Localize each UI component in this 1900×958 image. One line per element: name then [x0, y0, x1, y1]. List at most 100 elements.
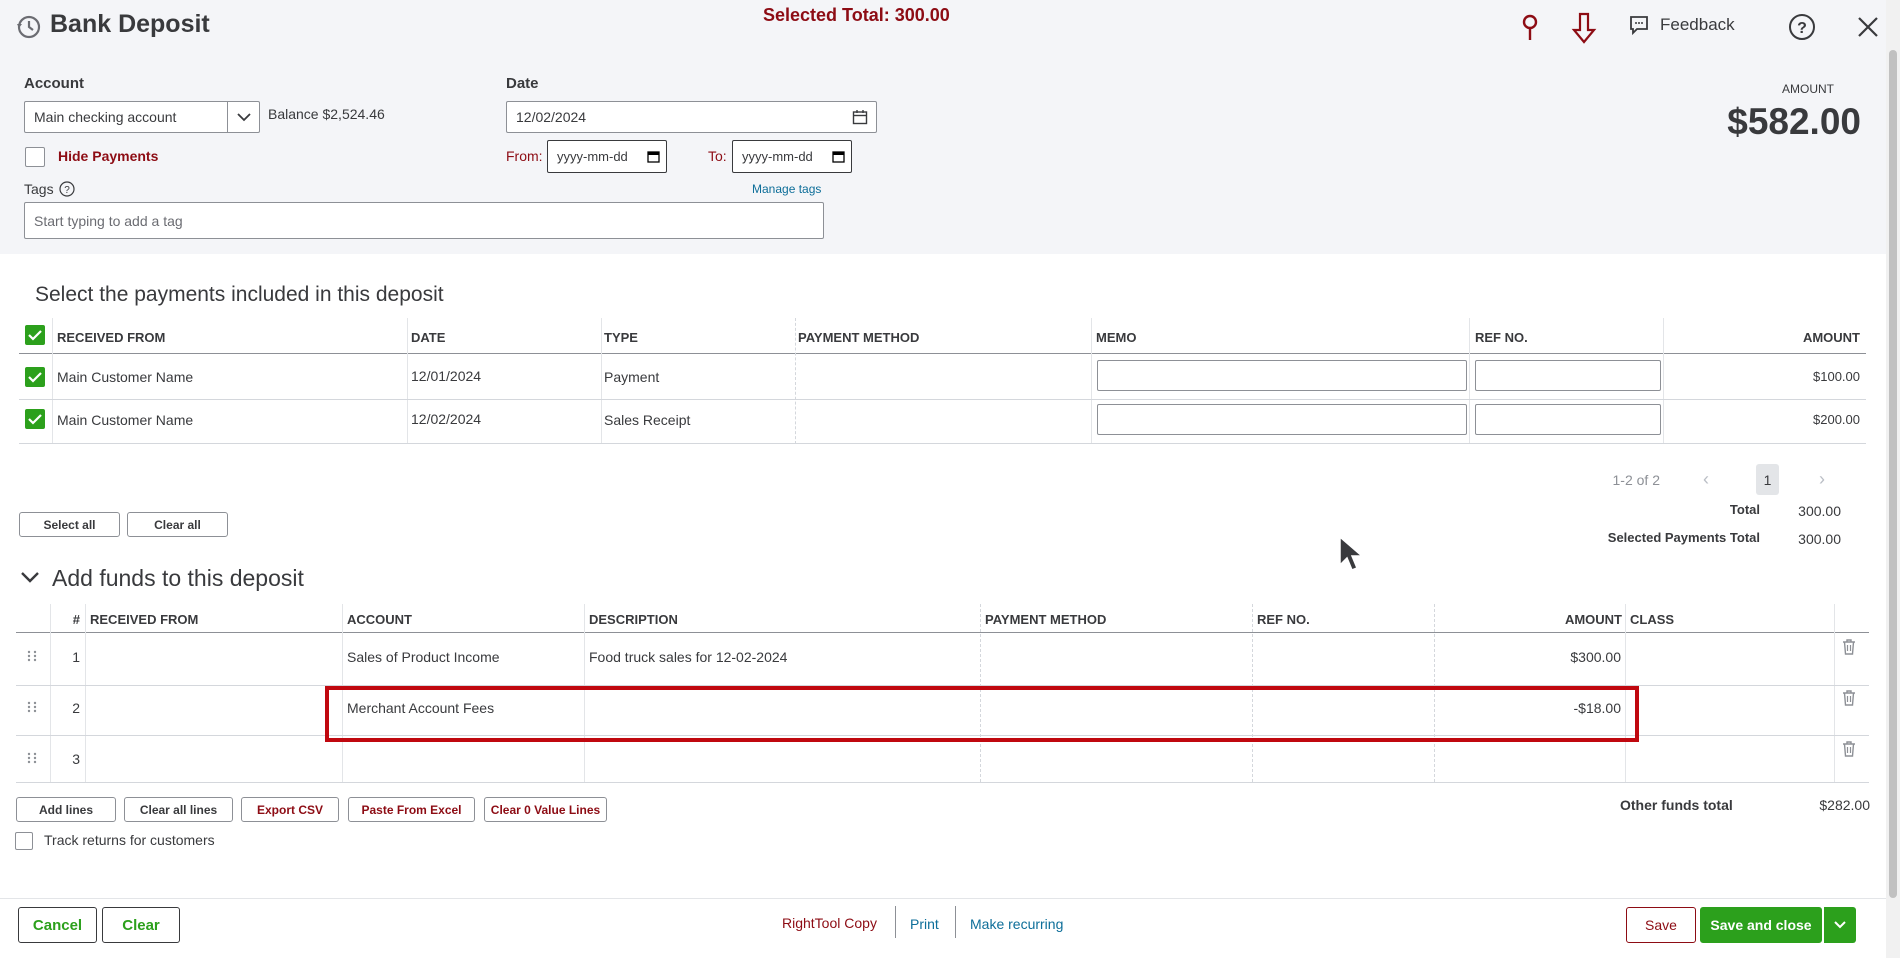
download-arrow-icon[interactable]: [1570, 12, 1598, 44]
clear-all-button[interactable]: Clear all: [127, 512, 228, 537]
chevron-down-icon[interactable]: [227, 102, 259, 132]
payment-date: 12/02/2024: [411, 411, 482, 427]
feedback-label: Feedback: [1660, 15, 1735, 34]
col-type: TYPE: [604, 330, 638, 345]
ref-no-input[interactable]: [1475, 404, 1661, 435]
divider: [85, 604, 86, 782]
tags-input[interactable]: Start typing to add a tag: [24, 202, 824, 239]
drag-handle-icon[interactable]: [26, 649, 38, 668]
total-value: 300.00: [1798, 503, 1841, 519]
to-date-input[interactable]: yyyy-mm-dd: [732, 140, 852, 173]
save-and-close-button[interactable]: Save and close: [1700, 907, 1822, 943]
checkmark-icon: [28, 330, 42, 341]
payment-received-from[interactable]: Main Customer Name: [57, 412, 193, 428]
payment-type: Sales Receipt: [604, 412, 691, 428]
drag-handle-icon[interactable]: [26, 700, 38, 719]
calendar-icon[interactable]: [832, 150, 845, 163]
ref-no-input[interactable]: [1475, 360, 1661, 391]
trash-icon[interactable]: [1841, 689, 1857, 712]
chat-icon: [1630, 16, 1648, 36]
manage-tags-link[interactable]: Manage tags: [752, 182, 821, 196]
track-returns-checkbox[interactable]: [15, 832, 33, 850]
row-divider: [19, 399, 1866, 400]
tags-label-group: Tags ?: [24, 181, 75, 197]
total-label: Total: [1729, 502, 1760, 517]
calendar-icon[interactable]: [852, 109, 868, 125]
funds-description[interactable]: Food truck sales for 12-02-2024: [589, 649, 787, 665]
funds-amount[interactable]: $300.00: [1440, 649, 1621, 665]
hide-payments-label: Hide Payments: [58, 148, 159, 164]
from-label: From:: [506, 148, 543, 164]
col-ref-no: REF NO.: [1257, 612, 1310, 627]
col-payment-method: PAYMENT METHOD: [985, 612, 1107, 627]
selected-payments-total-value: 300.00: [1798, 531, 1841, 547]
funds-account[interactable]: Sales of Product Income: [347, 649, 500, 665]
save-options-dropdown[interactable]: [1823, 907, 1856, 943]
add-lines-button[interactable]: Add lines: [16, 797, 116, 822]
checkmark-icon: [28, 372, 42, 383]
help-icon[interactable]: ?: [1788, 13, 1816, 41]
export-csv-button[interactable]: Export CSV: [241, 797, 339, 822]
memo-input[interactable]: [1097, 360, 1467, 391]
other-funds-total-label: Other funds total: [1620, 797, 1733, 813]
chevron-left-icon[interactable]: ‹: [1703, 469, 1709, 490]
col-description: DESCRIPTION: [589, 612, 678, 627]
clear-all-lines-button[interactable]: Clear all lines: [124, 797, 233, 822]
col-amount: AMOUNT: [1802, 330, 1860, 345]
col-payment-method: PAYMENT METHOD: [798, 330, 920, 345]
funds-section-title: Add funds to this deposit: [52, 565, 304, 591]
date-label: Date: [506, 75, 539, 92]
account-select[interactable]: Main checking account: [24, 101, 260, 133]
cancel-button[interactable]: Cancel: [18, 907, 97, 943]
balance-value: $2,524.46: [322, 106, 385, 122]
hide-payments-checkbox[interactable]: [25, 147, 45, 167]
trash-icon[interactable]: [1841, 638, 1857, 661]
righttool-copy-link[interactable]: RightTool Copy: [782, 915, 877, 931]
balance-label: Balance: [268, 106, 319, 122]
date-value: 12/02/2024: [516, 109, 587, 125]
divider: [955, 906, 956, 938]
from-date-input[interactable]: yyyy-mm-dd: [547, 140, 667, 173]
select-all-payments-checkbox[interactable]: [25, 325, 45, 345]
trash-icon[interactable]: [1841, 740, 1857, 763]
pagination-range: 1-2 of 2: [1612, 472, 1660, 488]
calendar-icon[interactable]: [647, 150, 660, 163]
select-all-button[interactable]: Select all: [19, 512, 120, 537]
payment-date: 12/01/2024: [411, 368, 482, 384]
from-date-placeholder: yyyy-mm-dd: [557, 149, 628, 164]
chevron-right-icon[interactable]: ›: [1819, 469, 1825, 490]
info-icon[interactable]: ?: [58, 181, 75, 197]
col-number: #: [72, 612, 80, 627]
clear-zero-value-lines-button[interactable]: Clear 0 Value Lines: [484, 797, 607, 822]
track-returns-label: Track returns for customers: [44, 832, 215, 848]
feedback-button[interactable]: Feedback: [1628, 14, 1735, 36]
make-recurring-link[interactable]: Make recurring: [970, 916, 1063, 932]
footer-bar: [0, 898, 1886, 958]
page-number-button[interactable]: 1: [1756, 464, 1779, 495]
scrollbar-thumb[interactable]: [1889, 50, 1897, 898]
chevron-down-icon: [1834, 921, 1846, 929]
memo-input[interactable]: [1097, 404, 1467, 435]
funds-line-number: 3: [72, 751, 80, 767]
amount-label: AMOUNT: [1782, 82, 1834, 96]
highlight-box: [325, 686, 1639, 742]
chevron-down-icon[interactable]: [19, 569, 41, 585]
paste-from-excel-button[interactable]: Paste From Excel: [348, 797, 475, 822]
close-icon[interactable]: [1854, 13, 1882, 41]
payments-header-divider: [19, 353, 1866, 354]
account-label: Account: [24, 75, 84, 92]
col-ref-no: REF NO.: [1475, 330, 1528, 345]
date-input[interactable]: 12/02/2024: [506, 101, 877, 133]
save-button[interactable]: Save: [1626, 907, 1696, 943]
payment-received-from[interactable]: Main Customer Name: [57, 369, 193, 385]
payment-amount: $200.00: [1813, 412, 1860, 427]
drag-handle-icon[interactable]: [26, 751, 38, 770]
history-icon[interactable]: [14, 12, 44, 42]
print-link[interactable]: Print: [910, 916, 939, 932]
payment-row-checkbox[interactable]: [25, 367, 45, 387]
to-date-placeholder: yyyy-mm-dd: [742, 149, 813, 164]
clear-button[interactable]: Clear: [102, 907, 180, 943]
pin-icon[interactable]: [1518, 14, 1542, 42]
payment-type: Payment: [604, 369, 660, 385]
payment-row-checkbox[interactable]: [25, 409, 45, 429]
